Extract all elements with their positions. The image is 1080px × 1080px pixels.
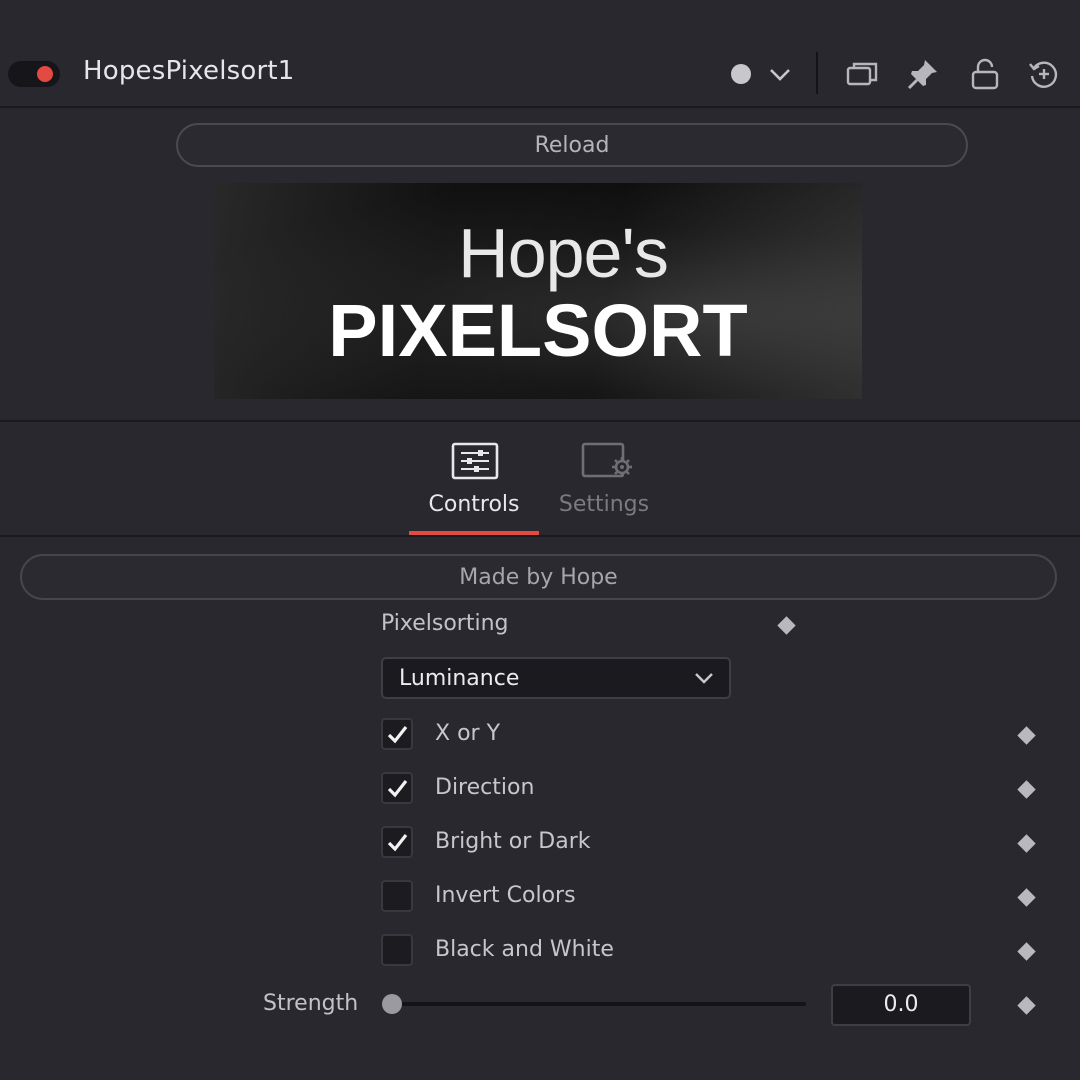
checkmark-icon [387, 726, 408, 744]
pixelsorting-label: Pixelsorting [381, 611, 509, 636]
plugin-banner-image: Hope's PIXELSORT [214, 183, 862, 399]
checkmark-icon [387, 780, 408, 798]
node-title[interactable]: HopesPixelsort1 [83, 56, 295, 86]
duplicate-windows-icon[interactable] [844, 56, 880, 92]
tab-settings[interactable]: Settings [539, 440, 669, 536]
bright-or-dark-checkbox[interactable] [381, 826, 413, 858]
inspector-panel: HopesPixelsort1 Reload Hope's PIXELSORT … [0, 0, 1080, 1080]
node-enable-toggle[interactable] [8, 61, 60, 87]
header-separator [816, 52, 818, 94]
node-enable-dot [37, 66, 53, 82]
strength-slider-handle[interactable] [382, 994, 402, 1014]
pin-icon[interactable] [905, 56, 941, 92]
black-and-white-checkbox[interactable] [381, 934, 413, 966]
divider [0, 535, 1080, 537]
black-and-white-label: Black and White [435, 937, 614, 962]
bright-or-dark-label: Bright or Dark [435, 829, 591, 854]
strength-label: Strength [263, 991, 359, 1016]
reset-icon[interactable] [1026, 56, 1062, 92]
direction-checkbox[interactable] [381, 772, 413, 804]
strength-value-field[interactable]: 0.0 [831, 984, 971, 1026]
banner-title-line2: PIXELSORT [328, 289, 748, 372]
strength-slider-track[interactable] [392, 1002, 806, 1006]
chevron-down-icon [695, 673, 713, 684]
tab-settings-label: Settings [558, 492, 650, 517]
banner-title-line1: Hope's [458, 214, 669, 292]
keyframe-diamond-icon[interactable] [1017, 780, 1036, 799]
checkmark-icon [387, 834, 408, 852]
invert-colors-checkbox[interactable] [381, 880, 413, 912]
chevron-down-icon[interactable] [762, 56, 798, 92]
tab-controls-label: Controls [428, 492, 520, 517]
keyframe-diamond-icon[interactable] [1017, 726, 1036, 745]
settings-gear-icon [581, 442, 632, 478]
record-dot-icon[interactable] [723, 56, 759, 92]
keyframe-diamond-icon[interactable] [1017, 996, 1036, 1015]
made-by-button[interactable]: Made by Hope [20, 554, 1057, 600]
x-or-y-label: X or Y [435, 721, 501, 746]
pixelsorting-dropdown[interactable]: Luminance [381, 657, 731, 699]
keyframe-diamond-icon[interactable] [1017, 888, 1036, 907]
node-header: HopesPixelsort1 [0, 38, 1080, 108]
divider [0, 420, 1080, 422]
sliders-icon [451, 442, 499, 480]
x-or-y-checkbox[interactable] [381, 718, 413, 750]
lock-icon[interactable] [967, 56, 1003, 92]
keyframe-diamond-icon[interactable] [1017, 942, 1036, 961]
keyframe-diamond-icon[interactable] [1017, 834, 1036, 853]
direction-label: Direction [435, 775, 535, 800]
tab-controls[interactable]: Controls [409, 440, 539, 536]
reload-button[interactable]: Reload [176, 123, 968, 167]
invert-colors-label: Invert Colors [435, 883, 576, 908]
keyframe-diamond-icon[interactable] [777, 616, 796, 635]
pixelsorting-selected: Luminance [399, 666, 520, 691]
